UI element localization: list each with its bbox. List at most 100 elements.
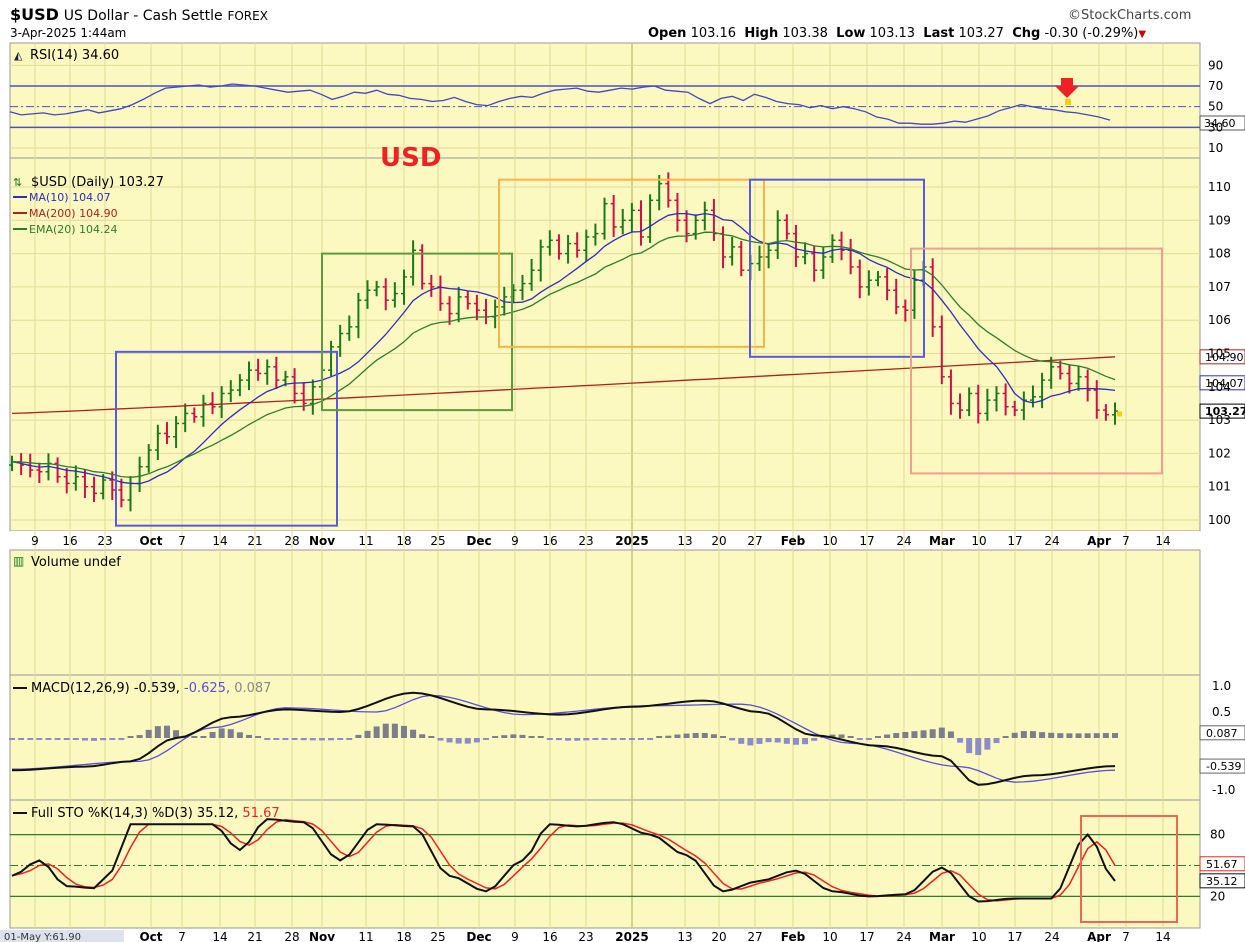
annotation-usd: USD — [380, 143, 441, 173]
macd-histogram-bar — [1075, 733, 1082, 738]
price-tick-label: 106 — [1208, 313, 1231, 327]
sto-k-tag-text: 35.12 — [1206, 875, 1238, 888]
macd-histogram-bar — [720, 736, 727, 738]
stock-chart: $USD US Dollar - Cash Settle FOREX 3-Apr… — [0, 0, 1245, 942]
bottom-date-label: Nov — [309, 930, 335, 942]
macd-histogram-bar — [765, 738, 772, 743]
rsi-legend: RSI(14) 34.60 — [30, 48, 119, 63]
x-date-label: 7 — [178, 534, 186, 548]
macd-histogram-bar — [355, 734, 362, 738]
macd-histogram-bar — [364, 730, 371, 738]
bottom-date-label: Feb — [781, 930, 806, 942]
x-date-label: 18 — [396, 534, 411, 548]
macd-tick-label: -1.0 — [1212, 783, 1235, 797]
macd-histogram-bar — [601, 738, 608, 740]
bottom-date-label: 10 — [822, 930, 837, 942]
macd-histogram-bar — [774, 738, 781, 743]
macd-histogram-bar — [428, 736, 435, 738]
bottom-date-label: 11 — [358, 930, 373, 942]
macd-histogram-bar — [565, 738, 572, 741]
x-date-label: 16 — [62, 534, 77, 548]
macd-histogram-bar — [163, 725, 170, 738]
macd-histogram-bar — [729, 738, 736, 741]
rsi-tick-label: 30 — [1208, 120, 1223, 134]
macd-histogram-bar — [63, 738, 70, 740]
price-tick-label: 105 — [1208, 347, 1231, 361]
x-date-label: 14 — [1155, 534, 1170, 548]
macd-histogram-bar — [874, 736, 881, 738]
macd-histogram-bar — [710, 734, 717, 738]
volume-legend: Volume undef — [31, 555, 121, 570]
x-date-label: 14 — [212, 534, 227, 548]
bottom-date-label: Dec — [466, 930, 491, 942]
macd-histogram-bar — [893, 733, 900, 738]
macd-histogram-bar — [309, 738, 316, 741]
rsi-tick-label: 50 — [1208, 100, 1223, 114]
macd-histogram-bar — [300, 738, 307, 741]
macd-histogram-bar — [81, 738, 88, 741]
rsi-panel[interactable] — [9, 42, 1201, 159]
macd-histogram-bar — [72, 738, 79, 740]
rsi-tick-label: 10 — [1208, 141, 1223, 155]
macd-histogram-bar — [91, 738, 98, 741]
macd-histogram-bar — [847, 736, 854, 738]
x-date-label: 10 — [971, 534, 986, 548]
macd-histogram-bar — [656, 736, 663, 738]
bottom-date-label: 24 — [896, 930, 911, 942]
macd-histogram-bar — [391, 723, 398, 738]
bottom-date-label: Oct — [139, 930, 162, 942]
x-date-label: 23 — [97, 534, 112, 548]
macd-histogram-bar — [373, 726, 380, 738]
macd-histogram-bar — [18, 738, 25, 740]
macd-histogram-bar — [9, 738, 15, 740]
x-date-label: 16 — [542, 534, 557, 548]
macd-histogram-bar — [1112, 733, 1118, 738]
ema20-legend: EMA(20) 104.24 — [29, 223, 118, 236]
bottom-date-label: 7 — [1122, 930, 1130, 942]
macd-histogram-bar — [701, 732, 708, 738]
bottom-date-label: Apr — [1087, 930, 1111, 942]
macd-histogram-bar — [546, 738, 553, 740]
bottom-date-label: 13 — [677, 930, 692, 942]
macd-histogram-bar — [692, 733, 699, 738]
macd-histogram-bar — [264, 738, 271, 740]
bottom-date-label: 2025 — [615, 930, 648, 942]
macd-histogram-bar — [145, 729, 152, 738]
price-legend: $USD (Daily) 103.27 — [31, 175, 164, 190]
bottom-date-label: 17 — [859, 930, 874, 942]
x-date-label: 24 — [896, 534, 911, 548]
cursor-readout: 01-May Y:61.90 — [4, 932, 81, 942]
x-date-label: Mar — [929, 534, 955, 548]
macd-value-tag-text: -0.539 — [1206, 760, 1241, 773]
rsi-tick-label: 90 — [1208, 58, 1223, 72]
macd-histogram-bar — [118, 738, 125, 740]
volume-panel[interactable] — [9, 549, 1201, 676]
x-date-label: 2025 — [615, 534, 648, 548]
price-tick-label: 102 — [1208, 446, 1231, 460]
x-date-label: 17 — [859, 534, 874, 548]
macd-histogram-bar — [984, 738, 991, 750]
macd-histogram-bar — [510, 734, 517, 738]
macd-histogram-bar — [610, 738, 617, 740]
macd-histogram-bar — [100, 738, 107, 741]
price-tick-label: 100 — [1208, 513, 1231, 527]
macd-histogram-bar — [756, 738, 763, 744]
bottom-date-label: 27 — [747, 930, 762, 942]
bottom-date-label: 18 — [396, 930, 411, 942]
price-tick-label: 107 — [1208, 280, 1231, 294]
macd-histogram-bar — [419, 734, 426, 738]
macd-legend-signal: -0.625, — [184, 681, 230, 696]
bottom-date-label: 9 — [511, 930, 519, 942]
sto-legend-main: Full STO %K(14,3) %D(3) 35.12, — [31, 806, 238, 821]
macd-histogram-bar — [792, 738, 799, 745]
macd-histogram-bar — [1039, 732, 1046, 738]
x-date-label: 7 — [1122, 534, 1130, 548]
macd-histogram-bar — [337, 738, 344, 740]
x-date-label: 9 — [511, 534, 519, 548]
macd-histogram-bar — [628, 738, 635, 740]
bottom-date-label: 21 — [247, 930, 262, 942]
macd-histogram-bar — [1002, 736, 1009, 738]
macd-histogram-bar — [555, 738, 562, 741]
macd-tick-label: 1.0 — [1212, 679, 1231, 693]
macd-histogram-bar — [209, 731, 216, 738]
